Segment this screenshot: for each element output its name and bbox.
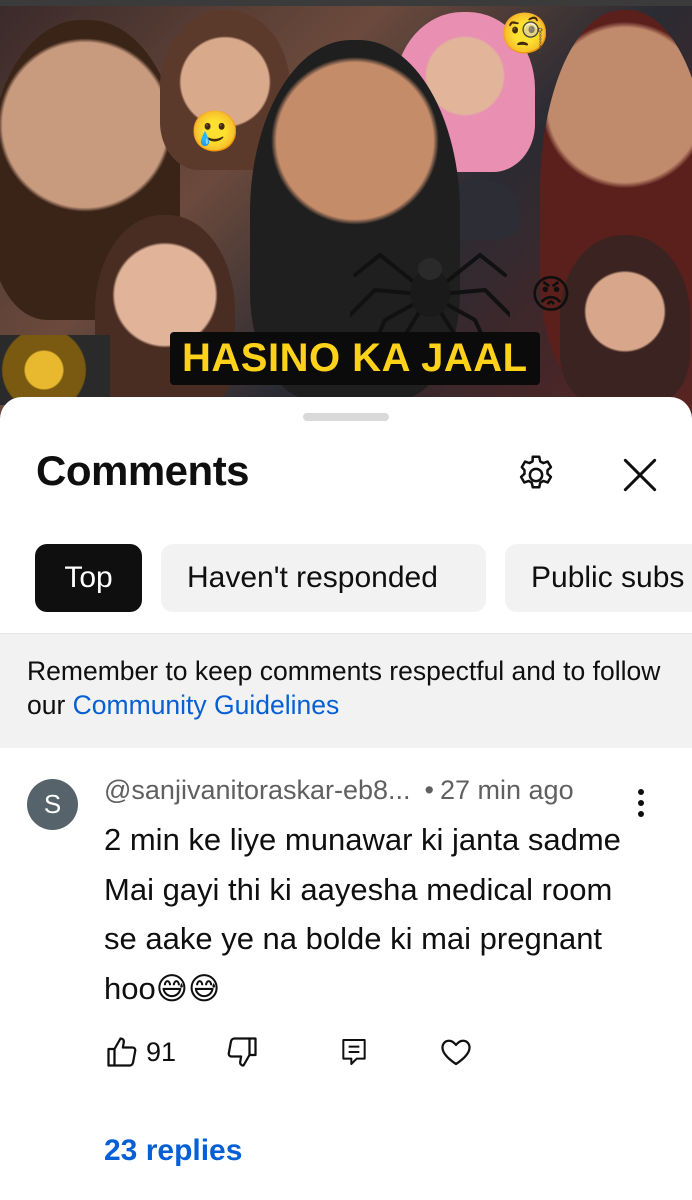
chip-havent-responded[interactable]: Haven't responded xyxy=(161,544,486,612)
comment-menu-button[interactable] xyxy=(626,783,656,823)
chip-top[interactable]: Top xyxy=(35,544,142,612)
chip-public-subs[interactable]: Public subs xyxy=(505,544,692,612)
comment-time: 27 min ago xyxy=(440,775,574,805)
like-button[interactable]: 91 xyxy=(104,1032,176,1072)
heart-button[interactable] xyxy=(438,1032,474,1072)
emoji-monocle: 🧐 xyxy=(500,11,550,57)
emoji-sad: 🥲 xyxy=(190,109,240,155)
guidelines-notice: Remember to keep comments respectful and… xyxy=(0,633,692,748)
emoji-angry: 😡 xyxy=(530,272,572,318)
heart-icon xyxy=(441,1039,471,1066)
comment-actions: 91 xyxy=(104,1032,564,1078)
gear-icon xyxy=(519,455,553,489)
settings-button[interactable] xyxy=(510,449,562,501)
reply-icon xyxy=(342,1039,366,1065)
drag-handle[interactable] xyxy=(303,413,389,421)
dislike-button[interactable] xyxy=(224,1032,260,1072)
avatar[interactable]: S xyxy=(27,779,78,830)
comment-text: 2 min ke liye munawar ki janta sadme Mai… xyxy=(104,822,621,1006)
comment-meta: @sanjivanitoraskar-eb8... • 27 min ago xyxy=(104,775,574,806)
like-count: 91 xyxy=(146,1036,177,1067)
sheet-title: Comments xyxy=(36,447,250,494)
reply-button[interactable] xyxy=(338,1032,370,1072)
community-guidelines-link[interactable]: Community Guidelines xyxy=(73,690,340,720)
show-logo xyxy=(0,335,110,405)
thumbnail-person-bottom-right xyxy=(560,235,690,405)
close-button[interactable] xyxy=(614,449,666,501)
meta-separator: • xyxy=(424,775,434,805)
comment-author[interactable]: @sanjivanitoraskar-eb8... xyxy=(104,775,411,805)
thumbs-up-icon xyxy=(107,1037,137,1067)
video-thumbnail[interactable]: 🥲 🧐 😡 HASINO KA JAAL xyxy=(0,0,692,420)
thumbnail-person-girl xyxy=(95,215,235,415)
filter-chips: Top Haven't responded Public subs xyxy=(35,544,692,614)
close-icon xyxy=(623,458,657,492)
thumbs-down-icon xyxy=(227,1037,257,1067)
status-strip xyxy=(0,0,692,6)
thumbnail-title: HASINO KA JAAL xyxy=(170,332,540,385)
view-replies-button[interactable]: 23 replies xyxy=(104,1134,242,1168)
more-vert-icon xyxy=(638,789,644,817)
comments-sheet: Comments Top Haven't responded Public su… xyxy=(0,397,692,1200)
